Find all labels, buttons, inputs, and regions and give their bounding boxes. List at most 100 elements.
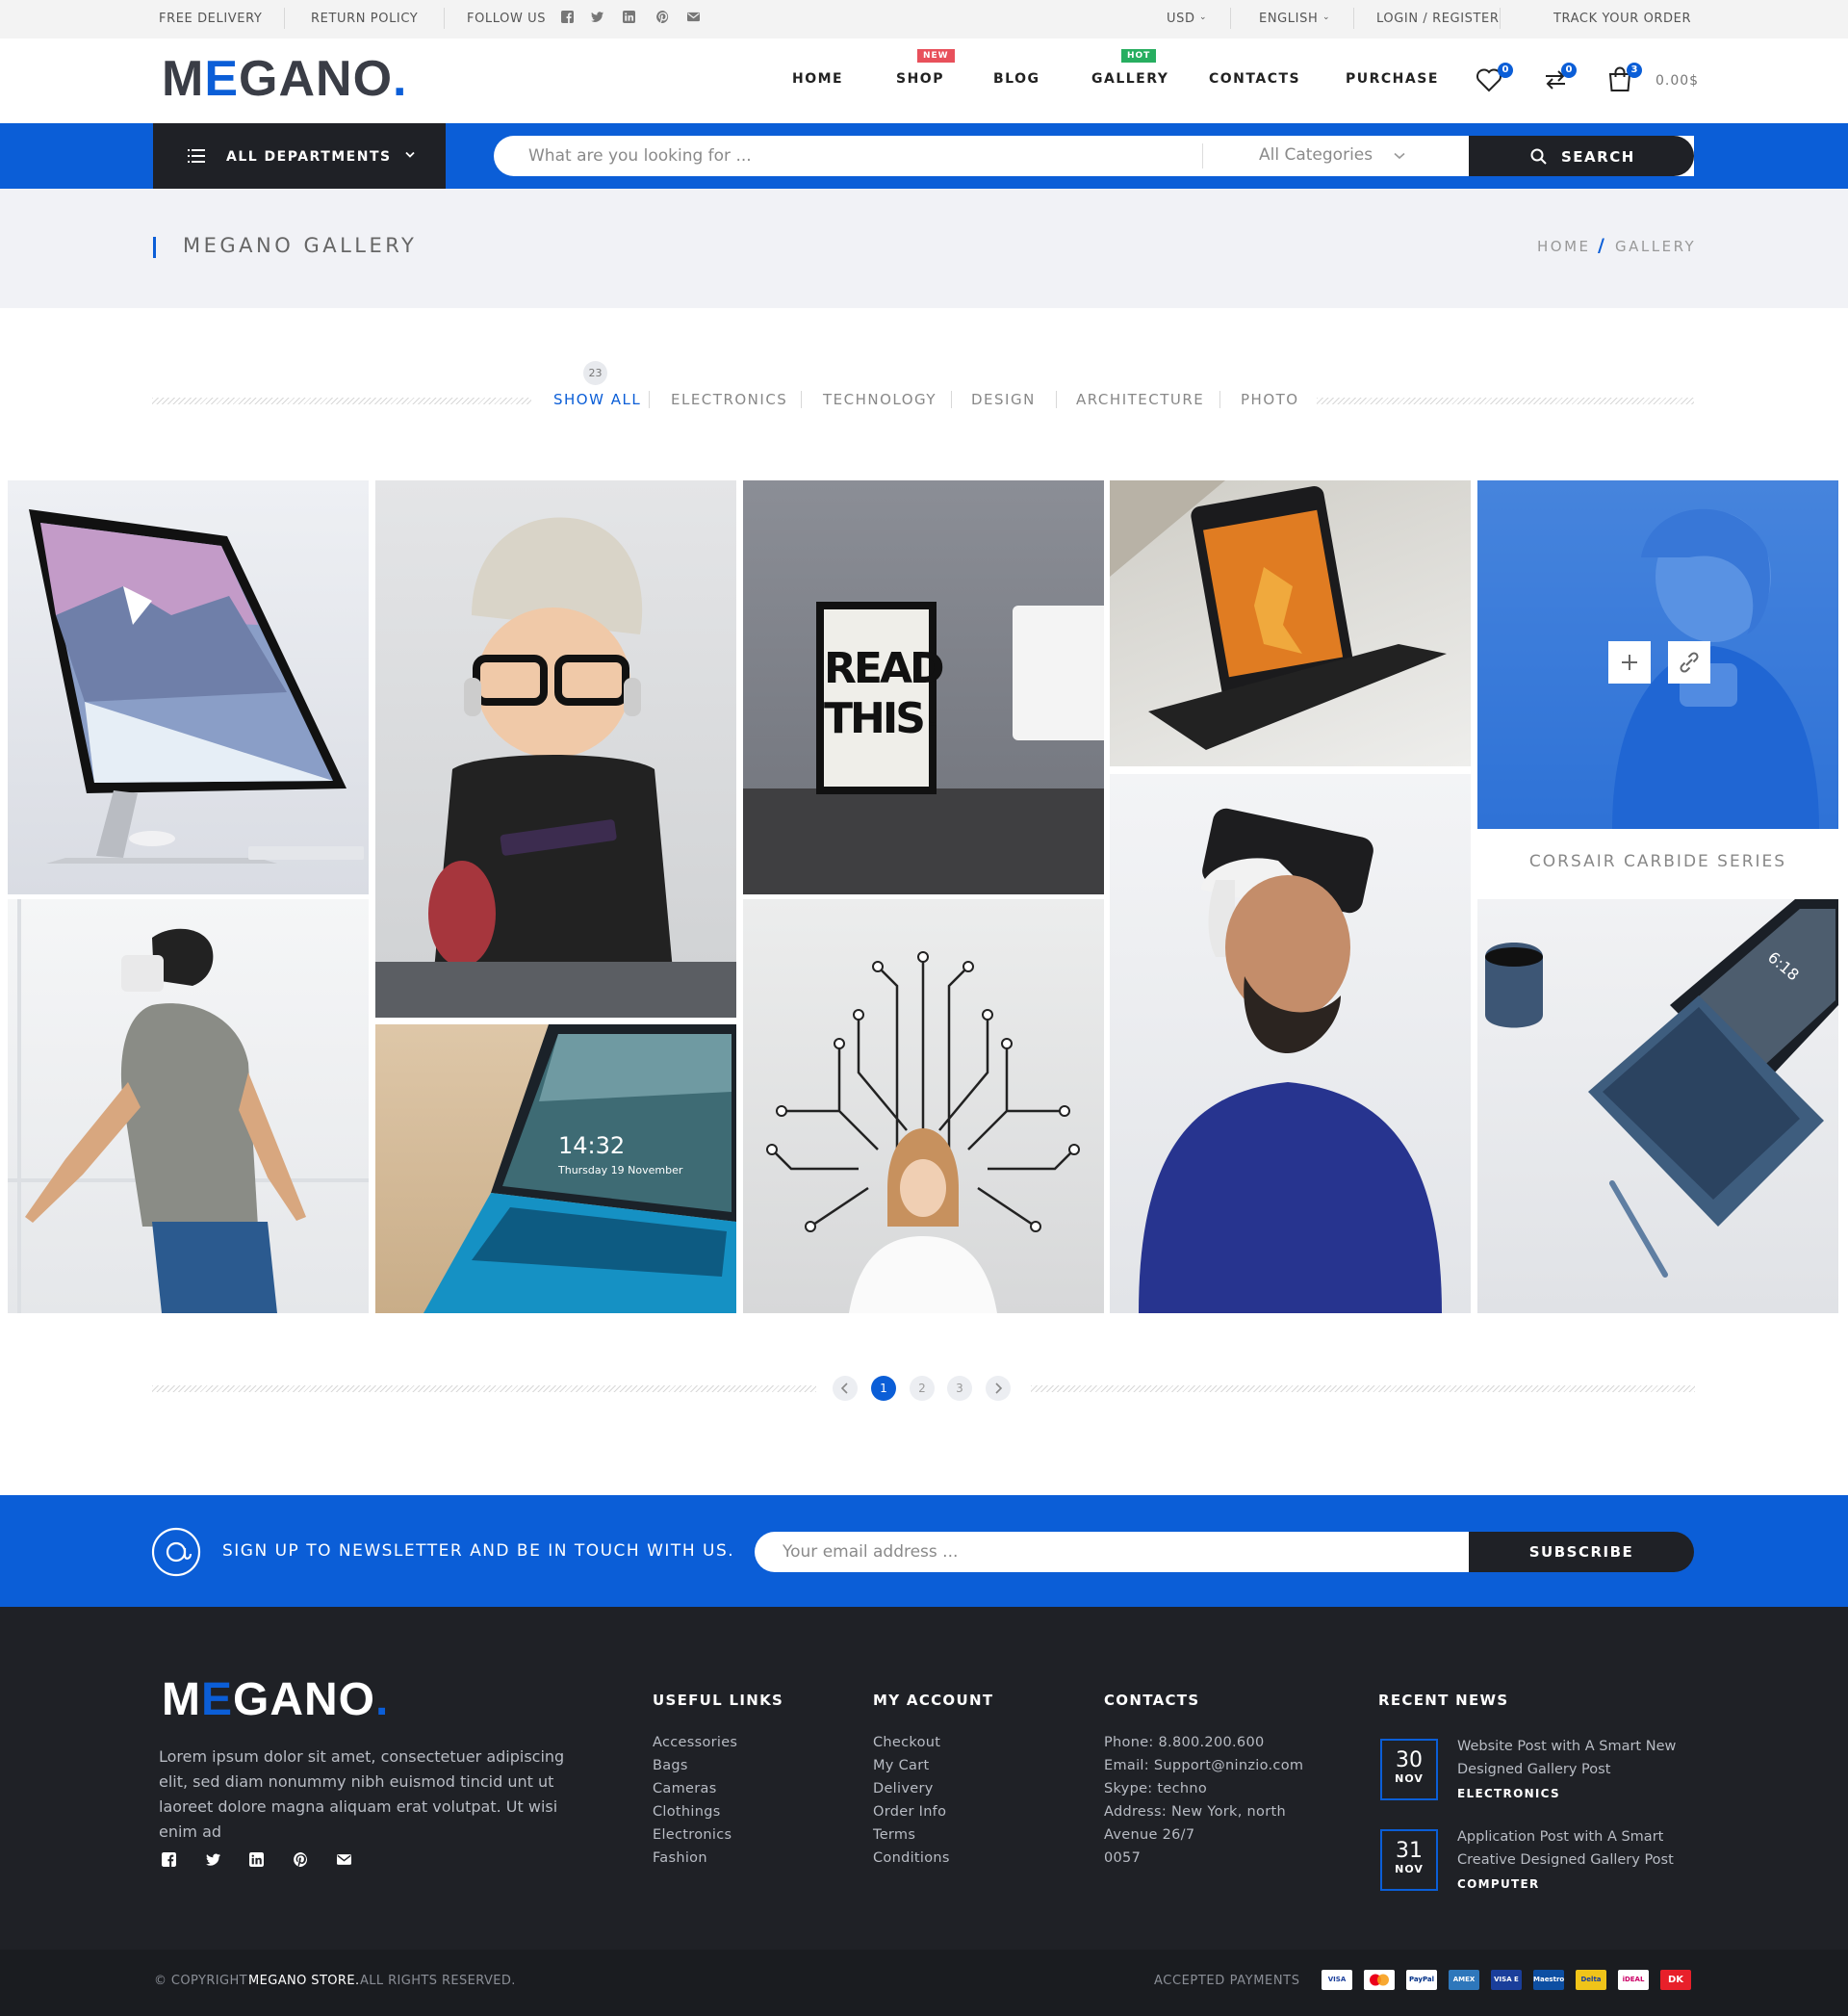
currency-select[interactable]: USD	[1167, 12, 1195, 26]
gallery-item-circuit-woman[interactable]	[743, 899, 1104, 1313]
search-button[interactable]: SEARCH	[1469, 136, 1694, 176]
open-link-button[interactable]	[1668, 641, 1710, 684]
delta-icon: Delta	[1576, 1970, 1606, 1990]
contact-phone: Phone: 8.800.200.600	[1104, 1735, 1265, 1750]
copyright-suffix: ALL RIGHTS RESERVED.	[360, 1974, 516, 1988]
page-button[interactable]: 3	[947, 1376, 972, 1401]
twitter-icon[interactable]	[591, 11, 603, 23]
new-tag: NEW	[917, 49, 955, 63]
facebook-icon[interactable]	[162, 1852, 176, 1867]
newsletter-email-input[interactable]: Your email address ...	[755, 1532, 1472, 1572]
next-page-button[interactable]	[986, 1376, 1011, 1401]
news-category[interactable]: COMPUTER	[1457, 1877, 1540, 1891]
filter-electronics[interactable]: ELECTRONICS	[671, 391, 787, 408]
footer-link[interactable]: Terms	[873, 1823, 950, 1847]
linkedin-icon[interactable]	[623, 11, 635, 23]
footer-link[interactable]: Electronics	[653, 1823, 737, 1847]
contact-address: 0057	[1104, 1850, 1142, 1866]
track-order-link[interactable]: TRACK YOUR ORDER	[1553, 12, 1691, 26]
news-date-box: 31 NOV	[1380, 1829, 1438, 1891]
free-delivery-link[interactable]: FREE DELIVERY	[159, 12, 262, 26]
footer-link[interactable]: Delivery	[873, 1777, 950, 1800]
nav-gallery[interactable]: GALLERY	[1091, 71, 1168, 87]
floor	[743, 788, 1104, 894]
contact-email[interactable]: Email: Support@ninzio.com	[1104, 1754, 1303, 1777]
footer-link[interactable]: Clothings	[653, 1800, 737, 1823]
footer-logo[interactable]: MEGANO.	[162, 1673, 389, 1726]
footer-link[interactable]: Checkout	[873, 1731, 950, 1754]
breadcrumb-home[interactable]: HOME	[1537, 238, 1591, 255]
gallery-item-baby-headphones[interactable]	[375, 480, 736, 1018]
visa-icon: VISA	[1322, 1970, 1352, 1990]
cart-total: 0.00$	[1656, 73, 1700, 89]
visa-electron-icon: VISA E	[1491, 1970, 1522, 1990]
footer-link[interactable]: My Cart	[873, 1754, 950, 1777]
breadcrumb-current: GALLERY	[1615, 238, 1697, 255]
search-placeholder: What are you looking for ...	[528, 146, 752, 166]
twitter-icon[interactable]	[206, 1852, 220, 1867]
subscribe-button[interactable]: SUBSCRIBE	[1469, 1532, 1694, 1572]
breadcrumb-separator: /	[1598, 235, 1604, 256]
copyright-prefix: © COPYRIGHT	[154, 1974, 247, 1988]
baby-image	[375, 517, 736, 1018]
news-category[interactable]: ELECTRONICS	[1457, 1787, 1560, 1800]
news-title-link[interactable]: Application Post with A Smart Creative D…	[1457, 1825, 1698, 1872]
mail-icon[interactable]	[687, 11, 700, 23]
logo[interactable]: MEGANO.	[162, 50, 407, 108]
news-title-link[interactable]: Website Post with A Smart New Designed G…	[1457, 1735, 1698, 1781]
category-select[interactable]: All Categories	[1259, 145, 1373, 165]
pinterest-icon[interactable]	[656, 11, 669, 23]
filter-design[interactable]: DESIGN	[971, 391, 1036, 408]
nav-home[interactable]: HOME	[792, 71, 843, 87]
hatch-divider	[152, 1385, 816, 1392]
linkedin-icon[interactable]	[249, 1852, 264, 1867]
filter-architecture[interactable]: ARCHITECTURE	[1076, 391, 1204, 408]
footer-link[interactable]: Bags	[653, 1754, 737, 1777]
pinterest-icon[interactable]	[294, 1852, 308, 1867]
account-links-list: Checkout My Cart Delivery Order Info Ter…	[873, 1731, 950, 1870]
follow-us-label: FOLLOW US	[467, 12, 547, 26]
filter-photo[interactable]: PHOTO	[1241, 391, 1299, 408]
footer-link[interactable]: Fashion	[653, 1847, 737, 1870]
page-button[interactable]: 2	[910, 1376, 935, 1401]
logo-dot: .	[375, 1674, 390, 1725]
gallery-item-surface-laptop[interactable]: 14:32 Thursday 19 November	[375, 1024, 736, 1313]
chevron-left-icon	[840, 1383, 848, 1394]
hot-tag: HOT	[1121, 49, 1157, 63]
logo-letter: M	[162, 51, 205, 107]
login-register-link[interactable]: LOGIN / REGISTER	[1376, 12, 1499, 26]
gallery-item-read-this-poster[interactable]: READ THIS!	[743, 480, 1104, 894]
top-bar: FREE DELIVERY RETURN POLICY FOLLOW US US…	[0, 0, 1848, 39]
gallery-item-monitor[interactable]	[8, 480, 369, 894]
footer-link[interactable]: Order Info	[873, 1800, 950, 1823]
nav-contacts[interactable]: CONTACTS	[1209, 71, 1300, 87]
return-policy-link[interactable]: RETURN POLICY	[311, 12, 418, 26]
copyright-store[interactable]: MEGANO STORE.	[248, 1974, 360, 1988]
prev-page-button[interactable]	[833, 1376, 858, 1401]
page-button[interactable]: 1	[871, 1376, 896, 1401]
news-month: NOV	[1395, 1863, 1424, 1875]
filter-show-all[interactable]: SHOW ALL	[553, 391, 641, 408]
laptop-time: 14:32	[558, 1132, 626, 1159]
mail-icon[interactable]	[337, 1852, 351, 1867]
footer-link[interactable]: Accessories	[653, 1731, 737, 1754]
zoom-plus-button[interactable]	[1608, 641, 1651, 684]
footer-link[interactable]: Cameras	[653, 1777, 737, 1800]
cart-badge: 3	[1627, 63, 1642, 78]
nav-blog[interactable]: BLOG	[993, 71, 1040, 87]
chevron-down-icon: ⌄	[1199, 13, 1208, 22]
all-departments-button[interactable]: ALL DEPARTMENTS	[153, 123, 446, 189]
gallery-item-tablet-keyboard[interactable]: 6:18	[1477, 899, 1838, 1313]
nav-shop[interactable]: SHOP	[896, 71, 944, 87]
gallery-item-vr-man-dancing[interactable]	[8, 899, 369, 1313]
filter-technology[interactable]: TECHNOLOGY	[823, 391, 937, 408]
chevron-right-icon	[995, 1383, 1003, 1394]
language-select[interactable]: ENGLISH	[1259, 12, 1318, 26]
gallery-item-vr-man-blue-shirt[interactable]	[1110, 774, 1471, 1313]
gallery-item-corsair-carbide[interactable]	[1477, 480, 1838, 829]
footer-link[interactable]: Conditions	[873, 1847, 950, 1870]
nav-purchase[interactable]: PURCHASE	[1346, 71, 1439, 87]
facebook-icon[interactable]	[561, 11, 574, 23]
gallery-item-smartphone[interactable]	[1110, 480, 1471, 766]
gallery-item-caption[interactable]: CORSAIR CARBIDE SERIES	[1477, 829, 1838, 894]
